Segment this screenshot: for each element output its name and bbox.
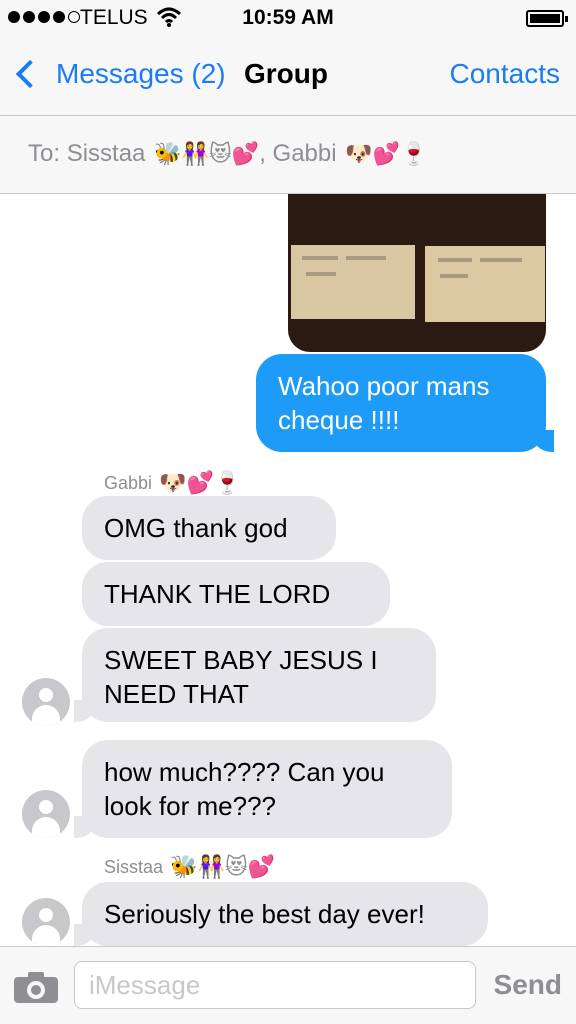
recipient-name[interactable]: Gabbi [273,140,337,168]
recipients-bar[interactable]: To: Sisstaa 🐝👭😻💕 , Gabbi 🐶💕🍷 [0,116,576,194]
sender-name: Sisstaa [104,856,164,877]
received-message-bubble[interactable]: THANK THE LORD [82,562,390,626]
recipient-name[interactable]: Sisstaa [67,140,146,168]
to-prefix: To: [28,140,61,167]
received-message-bubble[interactable]: OMG thank god [82,496,336,560]
sender-label: Sisstaa 🐝👭😻💕 [104,854,275,880]
person-silhouette-icon [39,688,53,702]
person-silhouette-icon [39,908,53,922]
compose-bar: Send [0,946,576,1024]
message-text-line: cheque !!!! [278,405,400,435]
received-message-bubble[interactable]: SWEET BABY JESUS I NEED THAT [74,628,436,722]
message-text-line: SWEET BABY JESUS I [104,645,378,675]
sender-name: Gabbi [104,472,153,493]
back-button[interactable]: Messages (2) [12,58,226,90]
page-title: Group [244,58,328,89]
avatar[interactable] [22,678,70,726]
camera-icon[interactable] [14,971,58,1003]
message-text-line: NEED THAT [104,679,249,709]
message-input[interactable] [74,961,476,1009]
received-message-bubble[interactable]: Seriously the best day ever! [74,882,488,946]
message-text-line: THANK THE LORD [104,579,331,609]
recipient-emoji: 🐶💕🍷 [345,141,428,166]
message-text-line: how much???? Can you [104,757,385,787]
avatar[interactable] [22,790,70,838]
received-message-bubble[interactable]: how much???? Can you look for me??? [74,740,452,838]
status-time: 10:59 AM [242,6,334,29]
message-text-line: Seriously the best day ever! [104,899,425,929]
message-text-line: OMG thank god [104,513,288,543]
conversation-view[interactable]: Wahoo poor mans cheque !!!! Gabbi 🐶💕🍷 OM… [0,194,576,946]
recipients-line: To: Sisstaa 🐝👭😻💕 , Gabbi 🐶💕🍷 [28,140,427,168]
navigation-bar: Messages (2) Group Contacts [0,36,576,116]
sender-emoji: 🐶💕🍷 [159,470,242,495]
person-silhouette-icon [39,800,53,814]
status-bar: TELUS 10:59 AM [0,0,576,36]
chevron-left-icon [15,59,45,89]
photo-attachment[interactable] [288,194,546,352]
sender-emoji: 🐝👭😻💕 [170,854,276,879]
recipient-separator: , [259,140,266,167]
message-text-line: Wahoo poor mans [278,371,490,401]
recipient-emoji: 🐝👭😻💕 [154,141,260,166]
send-button[interactable]: Send [494,969,562,1001]
battery-icon [526,10,568,27]
message-text-line: look for me??? [104,791,276,821]
sender-label: Gabbi 🐶💕🍷 [104,470,241,496]
sent-message-bubble[interactable]: Wahoo poor mans cheque !!!! [256,354,554,452]
avatar[interactable] [22,898,70,946]
back-button-label: Messages (2) [56,58,226,89]
contacts-button[interactable]: Contacts [450,58,561,90]
